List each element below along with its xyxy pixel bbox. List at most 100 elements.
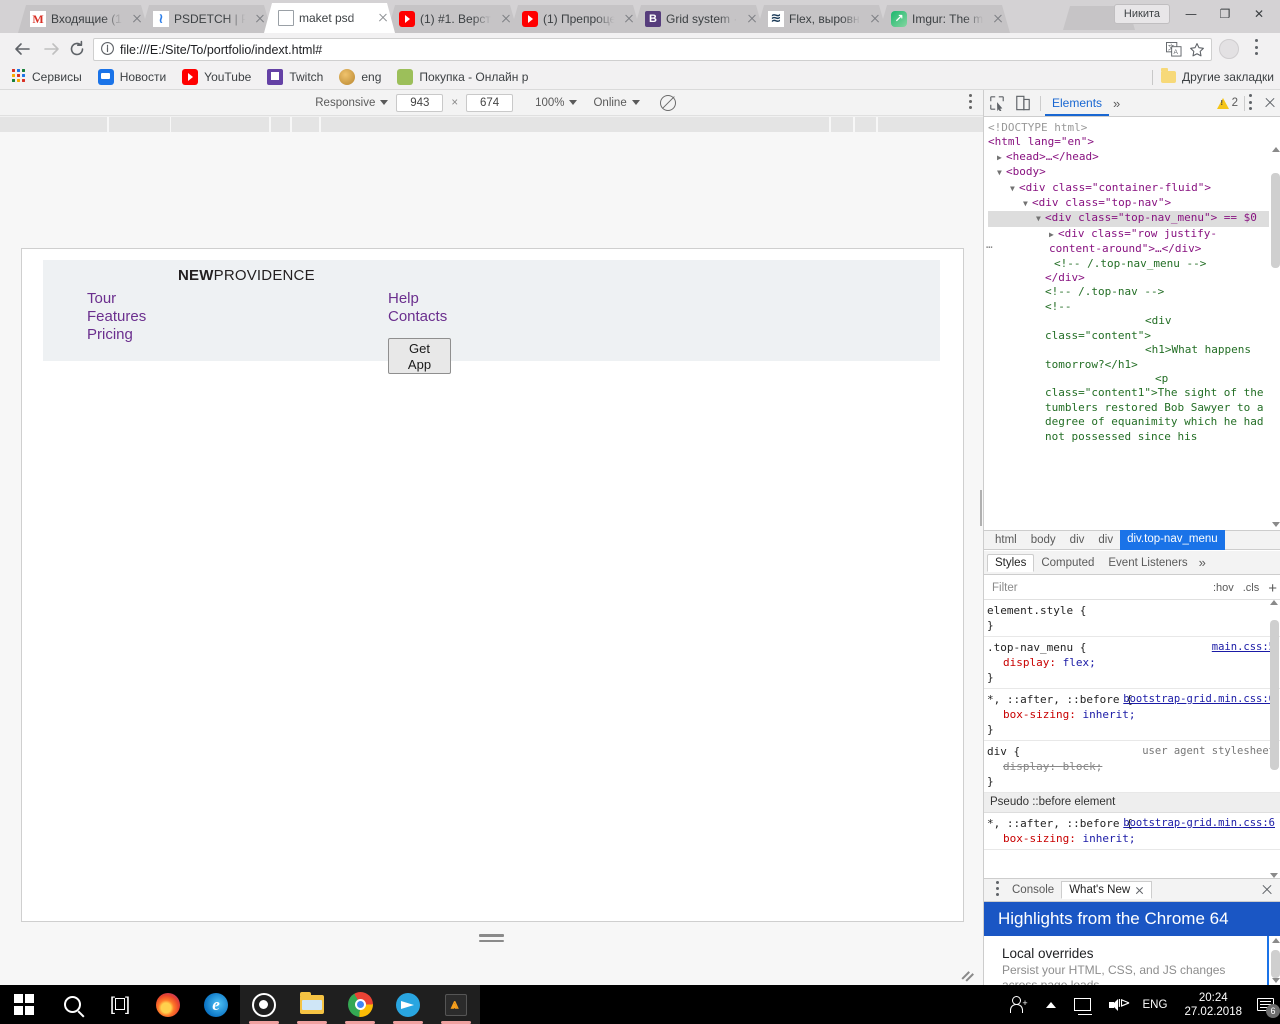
- media-query-segment[interactable]: [831, 117, 853, 132]
- bookmark-item-eng[interactable]: eng: [331, 69, 389, 85]
- scroll-up-arrow-icon[interactable]: [1270, 600, 1278, 605]
- warning-badge[interactable]: 2: [1217, 97, 1240, 109]
- collapse-triangle-icon[interactable]: ▼: [1036, 212, 1045, 226]
- taskbar-app-file-explorer[interactable]: [288, 985, 336, 1024]
- hov-toggle-button[interactable]: :hov: [1213, 582, 1234, 594]
- style-rule[interactable]: .top-nav_menu { main.css:5 display: flex…: [984, 637, 1280, 689]
- nav-link-help[interactable]: Help: [388, 290, 447, 308]
- devtools-menu-button[interactable]: [1249, 94, 1253, 112]
- drawer-close-button[interactable]: [1259, 882, 1275, 898]
- browser-menu-button[interactable]: [1255, 39, 1259, 57]
- styles-pane[interactable]: element.style { } .top-nav_menu { main.c…: [984, 600, 1280, 878]
- translate-icon[interactable]: 文A: [1166, 42, 1183, 57]
- scrollbar-thumb[interactable]: [1270, 620, 1279, 770]
- other-bookmarks-button[interactable]: Другие закладки: [1161, 70, 1274, 84]
- viewport-corner-resize-handle[interactable]: [962, 967, 976, 981]
- expand-triangle-icon[interactable]: ▶: [997, 151, 1006, 165]
- nav-link-features[interactable]: Features: [87, 308, 146, 326]
- tab-close-icon[interactable]: [498, 11, 514, 27]
- dom-line-selected[interactable]: ▼<div class="top-nav_menu"> == $0: [988, 211, 1269, 226]
- browser-tab[interactable]: Imgur: The m: [879, 5, 1010, 33]
- style-source-link[interactable]: bootstrap-grid.min.css:6: [1123, 816, 1275, 831]
- minimize-button[interactable]: —: [1174, 2, 1208, 26]
- taskbar-app-opera[interactable]: [240, 985, 288, 1024]
- breadcrumb-item[interactable]: body: [1024, 531, 1063, 550]
- tab-close-icon[interactable]: [867, 11, 883, 27]
- collapse-triangle-icon[interactable]: ▼: [1010, 182, 1019, 196]
- tab-whats-new[interactable]: What's New: [1061, 881, 1152, 899]
- tab-styles[interactable]: Styles: [987, 554, 1034, 572]
- tab-close-icon[interactable]: [621, 11, 637, 27]
- device-select[interactable]: Responsive: [307, 97, 396, 109]
- tab-close-icon[interactable]: [744, 11, 760, 27]
- more-sidebar-tabs-button[interactable]: »: [1195, 555, 1210, 570]
- drawer-menu-button[interactable]: [989, 881, 1005, 899]
- reload-button[interactable]: [65, 37, 89, 61]
- whats-new-scrollbar[interactable]: [1271, 938, 1280, 983]
- site-info-icon[interactable]: [100, 41, 117, 58]
- throttling-select[interactable]: Online: [585, 97, 647, 109]
- browser-tab[interactable]: PSDETCH | PS: [141, 5, 272, 33]
- media-query-segment[interactable]: [271, 117, 290, 132]
- styles-pane-scrollbar[interactable]: [1269, 600, 1280, 878]
- tab-close-icon[interactable]: [375, 10, 391, 26]
- tab-close-icon[interactable]: [252, 11, 268, 27]
- people-button[interactable]: +: [1001, 985, 1037, 1024]
- cls-toggle-button[interactable]: .cls: [1243, 582, 1260, 594]
- collapse-triangle-icon[interactable]: ▼: [997, 166, 1006, 180]
- style-source-link[interactable]: bootstrap-grid.min.css:6: [1123, 692, 1275, 707]
- tab-console[interactable]: Console: [1005, 882, 1061, 898]
- bookmark-item-apps[interactable]: Сервисы: [0, 69, 90, 85]
- taskbar-app-firefox[interactable]: [144, 985, 192, 1024]
- scrollbar-thumb[interactable]: [1271, 950, 1280, 978]
- media-query-segment[interactable]: [855, 117, 876, 132]
- more-panels-button[interactable]: »: [1109, 96, 1124, 111]
- tab-elements[interactable]: Elements: [1045, 90, 1109, 116]
- whats-new-content[interactable]: Local overrides Persist your HTML, CSS, …: [984, 936, 1280, 985]
- inspect-cursor-icon[interactable]: [984, 90, 1010, 116]
- browser-tab[interactable]: Flex, выровн: [756, 5, 887, 33]
- style-declaration[interactable]: display: flex;: [987, 655, 1275, 670]
- dom-tree-scrollbar[interactable]: [1271, 147, 1280, 527]
- network-button[interactable]: [1065, 985, 1100, 1024]
- taskbar-app-sublime[interactable]: [432, 985, 480, 1024]
- get-app-button[interactable]: Get App: [388, 338, 451, 374]
- notifications-button[interactable]: 6: [1250, 985, 1280, 1024]
- style-rule[interactable]: *, ::after, ::before { bootstrap-grid.mi…: [984, 813, 1280, 850]
- scrollbar-thumb[interactable]: [1271, 173, 1280, 268]
- bookmark-item-youtube[interactable]: YouTube: [174, 69, 259, 85]
- browser-tab-active[interactable]: maket psd: [264, 3, 395, 33]
- tab-close-icon[interactable]: [129, 11, 145, 27]
- style-rule[interactable]: div { user agent stylesheet display: blo…: [984, 741, 1280, 793]
- style-declaration[interactable]: box-sizing: inherit;: [987, 707, 1275, 722]
- media-query-segment[interactable]: [171, 117, 269, 132]
- viewport-height-input[interactable]: 674: [466, 94, 513, 112]
- no-rotate-icon[interactable]: [660, 95, 676, 111]
- bookmark-item-news[interactable]: Новости: [90, 69, 174, 85]
- breadcrumb-item[interactable]: div: [1091, 531, 1120, 550]
- nav-link-pricing[interactable]: Pricing: [87, 326, 146, 344]
- start-button[interactable]: [0, 985, 48, 1024]
- bookmark-item-twitch[interactable]: Twitch: [259, 69, 331, 85]
- dom-overflow-ellipsis[interactable]: …: [986, 238, 994, 252]
- media-query-segment[interactable]: [292, 117, 319, 132]
- media-query-segment[interactable]: [109, 117, 170, 132]
- media-query-segment[interactable]: [321, 117, 829, 132]
- device-mode-menu-button[interactable]: [969, 94, 973, 112]
- forward-button[interactable]: [40, 37, 64, 61]
- bookmark-item-shop[interactable]: Покупка - Онлайн р: [389, 69, 536, 85]
- style-rule[interactable]: element.style { }: [984, 600, 1280, 637]
- browser-tab[interactable]: (1) Препроце: [510, 5, 641, 33]
- language-indicator[interactable]: ENG: [1134, 985, 1177, 1024]
- tab-computed[interactable]: Computed: [1034, 555, 1101, 571]
- tab-close-icon[interactable]: [990, 11, 1006, 27]
- close-icon[interactable]: [1135, 886, 1144, 895]
- style-source-link[interactable]: main.css:5: [1212, 640, 1275, 655]
- style-rule[interactable]: *, ::after, ::before { bootstrap-grid.mi…: [984, 689, 1280, 741]
- emulated-page-viewport[interactable]: NEWPROVIDENCE Tour Features Pricing Help…: [21, 248, 964, 922]
- media-query-segment[interactable]: [878, 117, 983, 132]
- breadcrumb-item[interactable]: html: [988, 531, 1024, 550]
- scroll-down-arrow-icon[interactable]: [1272, 978, 1280, 983]
- taskbar-app-edge[interactable]: [192, 985, 240, 1024]
- scroll-down-arrow-icon[interactable]: [1272, 522, 1280, 527]
